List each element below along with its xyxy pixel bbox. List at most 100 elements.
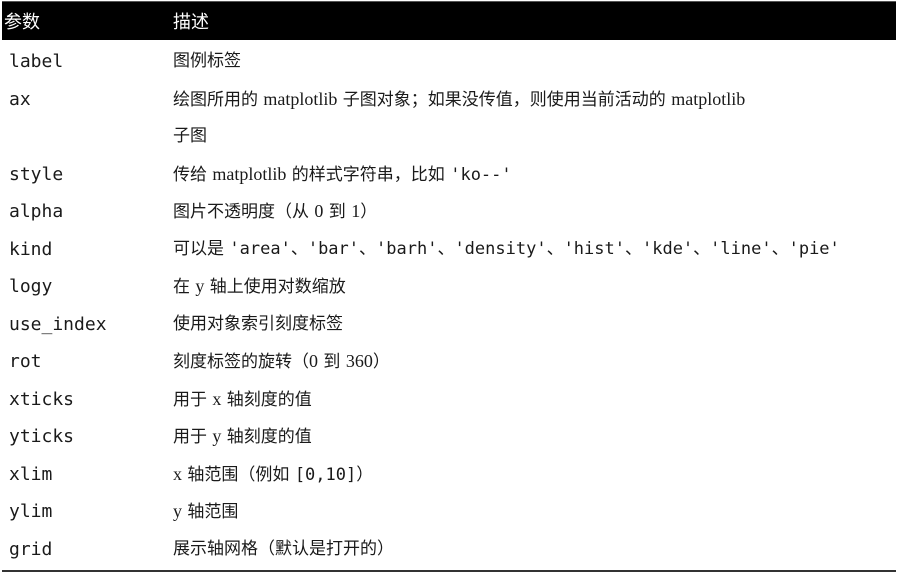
- description-text: ）: [372, 352, 390, 372]
- param-description: y 轴范围: [173, 493, 896, 531]
- description-line: 用于 y 轴刻度的值: [173, 418, 896, 456]
- description-line: 绘图所用的 matplotlib 子图对象；如果没传值，则使用当前活动的 mat…: [173, 81, 896, 119]
- table-row: logy 在 y 轴上使用对数缩放: [2, 268, 896, 306]
- code-literal: 'barh': [376, 238, 438, 259]
- description-text: 可以是: [173, 238, 230, 259]
- description-text: 使用对象索引刻度标签: [173, 313, 343, 334]
- param-name: ylim: [9, 501, 53, 522]
- param-name: use_index: [9, 313, 107, 335]
- description-text: matplotlib: [212, 163, 287, 184]
- param-name: style: [9, 163, 64, 185]
- description-text: 、: [546, 238, 564, 259]
- description-continuation: 子图: [173, 126, 207, 146]
- description-text: 到: [323, 202, 352, 222]
- param-name: grid: [9, 538, 53, 560]
- table-row: use_index 使用对象索引刻度标签: [2, 306, 896, 344]
- table-row: ylim y 轴范围: [2, 493, 896, 531]
- description-text: ）: [356, 464, 374, 485]
- description-text: 图片不透明度（从: [173, 202, 315, 222]
- code-literal: 'area': [229, 238, 291, 259]
- param-name: alpha: [9, 201, 64, 222]
- description-text: 轴刻度的值: [221, 389, 312, 410]
- parameter-table: 参数 描述 label 图例标签 ax 绘图所用的 matplotlib 子图对象；如…: [2, 1, 896, 572]
- description-line: 用于 x 轴刻度的值: [173, 381, 896, 419]
- param-name: kind: [9, 238, 53, 260]
- description-line: 在 y 轴上使用对数缩放: [173, 268, 896, 306]
- description-line: x 轴范围（例如 [0,10]）: [173, 456, 896, 494]
- param-description: 图例标签: [173, 43, 896, 81]
- table-body: label 图例标签 ax 绘图所用的 matplotlib 子图对象；如果没传值，则…: [2, 43, 896, 568]
- code-literal: 'density': [454, 238, 547, 259]
- description-text: 、: [771, 238, 789, 259]
- param-name: logy: [9, 276, 53, 297]
- description-text: x: [173, 463, 182, 484]
- description-text: 轴范围: [182, 502, 239, 522]
- table-row: xticks 用于 x 轴刻度的值: [2, 381, 896, 419]
- description-text: 绘图所用的: [173, 89, 264, 110]
- param-name: ax: [9, 88, 31, 110]
- description-text: 、: [437, 238, 455, 259]
- param-description: 使用对象索引刻度标签: [173, 306, 896, 344]
- description-text: 用于: [173, 427, 213, 447]
- description-line: 刻度标签的旋转（0 到 360）: [173, 343, 896, 381]
- description-text: 在: [173, 277, 196, 297]
- code-literal: [0,10]: [294, 464, 357, 485]
- description-text: 用于: [173, 389, 213, 410]
- table-row: xlim x 轴范围（例如 [0,10]）: [2, 456, 896, 494]
- description-line: y 轴范围: [173, 493, 896, 531]
- param-description: 图片不透明度（从 0 到 1）: [173, 193, 896, 231]
- description-text: 0: [309, 351, 318, 371]
- description-text: matplotlib: [671, 88, 746, 109]
- param-description: x 轴范围（例如 [0,10]）: [173, 456, 896, 494]
- description-text: 、: [624, 238, 642, 259]
- description-text: matplotlib: [263, 88, 338, 109]
- description-line: 图片不透明度（从 0 到 1）: [173, 193, 896, 231]
- param-description: 刻度标签的旋转（0 到 360）: [173, 343, 896, 381]
- description-text: 、: [290, 238, 308, 259]
- param-description: 用于 y 轴刻度的值: [173, 418, 896, 456]
- table-row: alpha 图片不透明度（从 0 到 1）: [2, 193, 896, 231]
- description-text: 轴刻度的值: [221, 427, 312, 447]
- description-text: 1: [351, 201, 361, 221]
- description-text: 子图对象；如果没传值，则使用当前活动的: [337, 89, 672, 110]
- code-literal: 'line': [710, 238, 772, 259]
- param-description: 用于 x 轴刻度的值: [173, 381, 896, 419]
- description-text: 到: [318, 352, 346, 372]
- table-header: 参数 描述: [2, 1, 896, 40]
- param-name: yticks: [9, 426, 75, 447]
- code-literal: 'bar': [307, 238, 360, 259]
- description-line: 使用对象索引刻度标签: [173, 306, 896, 344]
- table-row: grid 展示轴网格（默认是打开的）: [2, 531, 896, 569]
- table-row: yticks 用于 y 轴刻度的值: [2, 418, 896, 456]
- code-literal: 'ko--': [450, 164, 512, 185]
- table-row: rot 刻度标签的旋转（0 到 360）: [2, 343, 896, 381]
- param-name: xticks: [9, 388, 75, 410]
- description-text: 的样式字符串，比如: [286, 164, 451, 185]
- description-text: 轴范围（例如: [182, 464, 295, 485]
- description-text: 传给: [173, 164, 213, 185]
- param-description: 绘图所用的 matplotlib 子图对象；如果没传值，则使用当前活动的 mat…: [173, 81, 896, 156]
- param-description: 展示轴网格（默认是打开的）: [173, 531, 896, 569]
- table-row: ax 绘图所用的 matplotlib 子图对象；如果没传值，则使用当前活动的 m…: [2, 81, 896, 156]
- param-description: 传给 matplotlib 的样式字符串，比如 'ko--': [173, 156, 896, 194]
- param-name: label: [9, 51, 64, 72]
- code-literal: 'pie': [788, 238, 840, 259]
- description-text: 轴上使用对数缩放: [204, 277, 346, 297]
- description-text: 图例标签: [173, 51, 241, 71]
- code-literal: 'hist': [563, 238, 625, 259]
- table-row: kind 可以是 'area'、'bar'、'barh'、'density'、'h…: [2, 231, 896, 269]
- description-line: 可以是 'area'、'bar'、'barh'、'density'、'hist'…: [173, 231, 896, 269]
- description-text: ）: [360, 202, 378, 222]
- param-description: 可以是 'area'、'bar'、'barh'、'density'、'hist'…: [173, 231, 896, 269]
- description-text: 360: [345, 351, 373, 371]
- description-line: 图例标签: [173, 43, 896, 81]
- description-line: 传给 matplotlib 的样式字符串，比如 'ko--': [173, 156, 896, 194]
- description-text: y: [173, 501, 182, 521]
- header-param: 参数: [4, 12, 40, 33]
- description-line: 展示轴网格（默认是打开的）: [173, 531, 896, 569]
- header-description: 描述: [173, 12, 209, 33]
- param-name: xlim: [9, 463, 53, 485]
- description-text: 、: [693, 238, 711, 259]
- description-text: 刻度标签的旋转（: [173, 352, 309, 372]
- table-row: style 传给 matplotlib 的样式字符串，比如 'ko--': [2, 156, 896, 194]
